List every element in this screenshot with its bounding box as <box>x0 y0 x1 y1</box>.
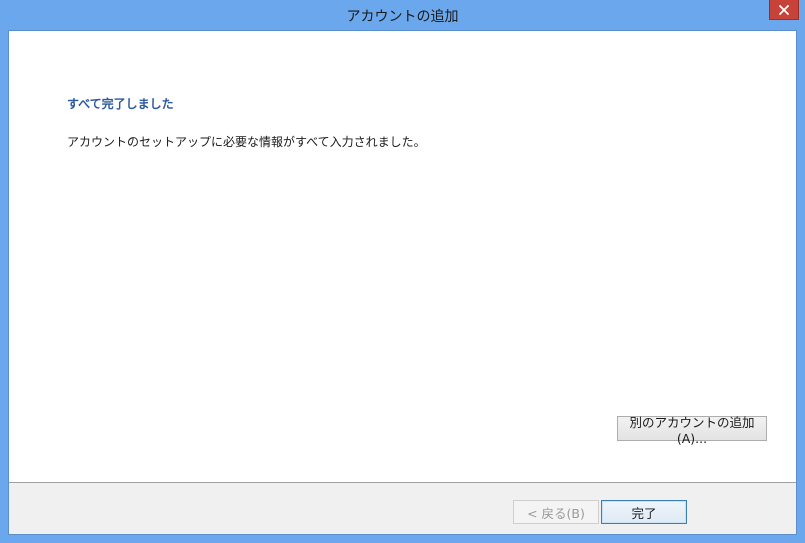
button-footer: < 戻る(B) 完了 <box>9 483 796 534</box>
add-another-account-button[interactable]: 別のアカウントの追加(A)... <box>617 415 767 446</box>
dialog-client-area: すべて完了しました アカウントのセットアップに必要な情報がすべて入力されました。… <box>8 30 797 535</box>
back-button[interactable]: < 戻る(B) <box>513 500 599 524</box>
window-title: アカウントの追加 <box>346 9 459 25</box>
close-icon <box>779 4 789 15</box>
completion-message: アカウントのセットアップに必要な情報がすべて入力されました。 <box>67 135 426 149</box>
dialog-window: アカウントの追加 すべて完了しました アカウントのセットアップに必要な情報がすべ… <box>0 0 805 543</box>
finish-button[interactable]: 完了 <box>601 500 687 524</box>
close-button[interactable] <box>769 0 799 20</box>
title-bar[interactable]: アカウントの追加 <box>0 0 805 30</box>
content-panel: すべて完了しました アカウントのセットアップに必要な情報がすべて入力されました。… <box>9 31 796 482</box>
page-heading: すべて完了しました <box>67 97 174 111</box>
